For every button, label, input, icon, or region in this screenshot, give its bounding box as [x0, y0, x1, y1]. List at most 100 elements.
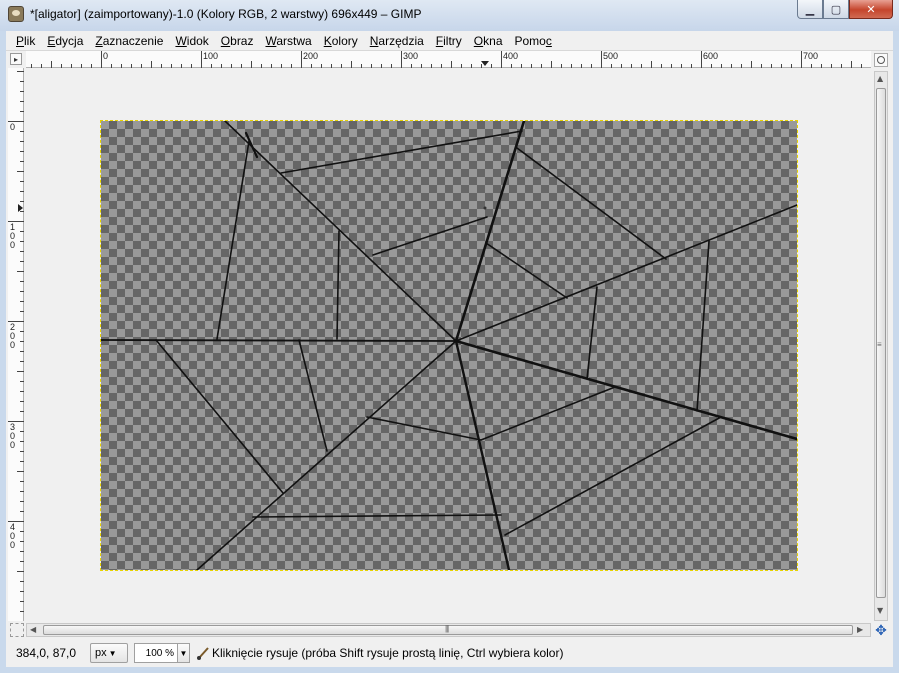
ruler-label: 400: [503, 51, 519, 61]
scroll-right-icon[interactable]: ▶: [857, 625, 863, 634]
ruler-label: 300: [10, 422, 16, 450]
ruler-label: 100: [203, 51, 219, 61]
menu-item[interactable]: Okna: [468, 34, 509, 48]
menu-item-accelerator: O: [473, 33, 484, 48]
minimize-button[interactable]: ▁: [797, 0, 823, 19]
ruler-label: 300: [403, 51, 419, 61]
scroll-up-icon[interactable]: ▲: [877, 74, 883, 83]
menu-item-label: dycja: [55, 33, 84, 48]
stroke-line: [454, 121, 526, 343]
chevron-down-icon: ▼: [108, 648, 117, 658]
ruler-label: 500: [603, 51, 619, 61]
stroke-line: [298, 339, 328, 452]
menu-item-label: lik: [24, 33, 36, 48]
menu-item-accelerator: W: [265, 33, 277, 48]
stroke-line: [224, 121, 457, 342]
horizontal-ruler[interactable]: 0 100 200 300 400 500 600 700: [26, 51, 872, 68]
ruler-label: 200: [10, 322, 16, 350]
menu-item-accelerator: P: [16, 33, 25, 48]
stroke-line: [336, 230, 340, 340]
quick-mask-toggle[interactable]: [10, 623, 24, 637]
stroke-line: [455, 204, 797, 342]
stroke-line: [454, 339, 511, 570]
ruler-label: 100: [10, 222, 16, 250]
ruler-label: 0: [103, 51, 109, 61]
menu-item-label: aznaczenie: [102, 33, 164, 48]
pointer-coordinates: 384,0, 87,0: [16, 646, 77, 660]
pointer-crosshair: [483, 206, 487, 210]
menu-item-label: Pomo: [514, 33, 546, 48]
zoom-icon[interactable]: [874, 53, 888, 67]
menu-item-accelerator: W: [175, 33, 187, 48]
stroke-line: [516, 147, 667, 260]
menu-item[interactable]: Filtry: [430, 34, 468, 48]
grip-icon: |||: [445, 624, 449, 633]
ruler-label: 200: [303, 51, 319, 61]
stroke-line: [454, 339, 797, 441]
menu-item-label: braz: [230, 33, 254, 48]
stroke-line: [696, 240, 710, 412]
menu-item-accelerator: c: [545, 33, 552, 48]
menu-item-accelerator: K: [323, 33, 332, 48]
menu-arrow-icon[interactable]: ▸: [10, 53, 22, 65]
menu-item-accelerator: Z: [95, 33, 103, 48]
status-message: Kliknięcie rysuje (próba Shift rysuje pr…: [212, 646, 564, 660]
stroke-line: [366, 416, 482, 441]
stroke-line: [485, 242, 568, 299]
window-controls: ▁ ▢ ✕: [797, 0, 893, 20]
menu-item[interactable]: Edycja: [41, 34, 89, 48]
menu-item[interactable]: Narzędzia: [364, 34, 430, 48]
vertical-scrollbar[interactable]: ▲ ≡ ▼: [874, 71, 888, 621]
navigate-icon[interactable]: ✥: [874, 623, 888, 637]
window-title: *[aligator] (zaimportowany)-1.0 (Kolory …: [30, 7, 422, 21]
menu-item-label: olory: [331, 33, 358, 48]
canvas-area[interactable]: [26, 69, 871, 621]
title-bar: *[aligator] (zaimportowany)-1.0 (Kolory …: [0, 0, 899, 31]
stroke-line: [155, 339, 284, 494]
zoom-input[interactable]: 100 %: [134, 643, 178, 663]
stroke-line: [216, 140, 250, 340]
stroke-line: [280, 130, 523, 174]
ruler-label: 0: [10, 122, 16, 132]
paintbrush-icon: [196, 646, 210, 660]
horizontal-scrollbar[interactable]: ◀ ||| ▶: [26, 623, 871, 637]
stroke-line: [480, 386, 616, 441]
scroll-down-icon[interactable]: ▼: [877, 606, 883, 615]
stroke-line: [196, 340, 457, 570]
menu-item-accelerator: O: [220, 33, 231, 48]
scroll-left-icon[interactable]: ◀: [30, 625, 36, 634]
zoom-dropdown-button[interactable]: ▼: [178, 643, 190, 663]
stroke-line: [101, 339, 457, 342]
menu-item[interactable]: Pomoc: [509, 34, 558, 48]
menu-item-label: arstwa: [276, 33, 312, 48]
menu-item-label: idok: [186, 33, 209, 48]
vertical-ruler[interactable]: 0 100 200 300 400: [8, 68, 24, 622]
menu-item[interactable]: Warstwa: [259, 34, 317, 48]
status-bar: 384,0, 87,0 px ▼ 100 % ▼ Kliknięcie rysu…: [6, 641, 893, 665]
unit-select[interactable]: px ▼: [90, 643, 128, 663]
gimp-icon: [8, 6, 24, 22]
menu-bar: Plik Edycja Zaznaczenie Widok Obraz Warstwa Ko…: [6, 31, 893, 51]
stroke-line: [252, 514, 502, 518]
menu-item[interactable]: Obraz: [215, 34, 260, 48]
ruler-label: 400: [10, 522, 16, 550]
menu-item-label: arzędzia: [378, 33, 424, 48]
grip-icon: ≡: [877, 340, 882, 349]
unit-value: px: [95, 647, 107, 659]
close-button[interactable]: ✕: [849, 0, 893, 19]
ruler-label: 600: [703, 51, 719, 61]
menu-item-label: iltry: [443, 33, 462, 48]
image-window: ▸ 0 100 200 300 400 500 600 700 0 100 200 300 400: [6, 51, 893, 667]
ruler-label: 700: [803, 51, 819, 61]
drawing-strokes: [101, 121, 797, 570]
horizontal-ruler-ticks: [31, 51, 872, 68]
image-canvas[interactable]: [100, 120, 798, 571]
menu-item[interactable]: Kolory: [318, 34, 364, 48]
menu-item-label: kna: [483, 33, 503, 48]
menu-item[interactable]: Widok: [169, 34, 214, 48]
menu-item[interactable]: Zaznaczenie: [89, 34, 169, 48]
menu-item[interactable]: Plik: [10, 34, 41, 48]
stroke-line: [586, 286, 598, 380]
stroke-line: [504, 416, 722, 536]
maximize-button[interactable]: ▢: [823, 0, 849, 19]
